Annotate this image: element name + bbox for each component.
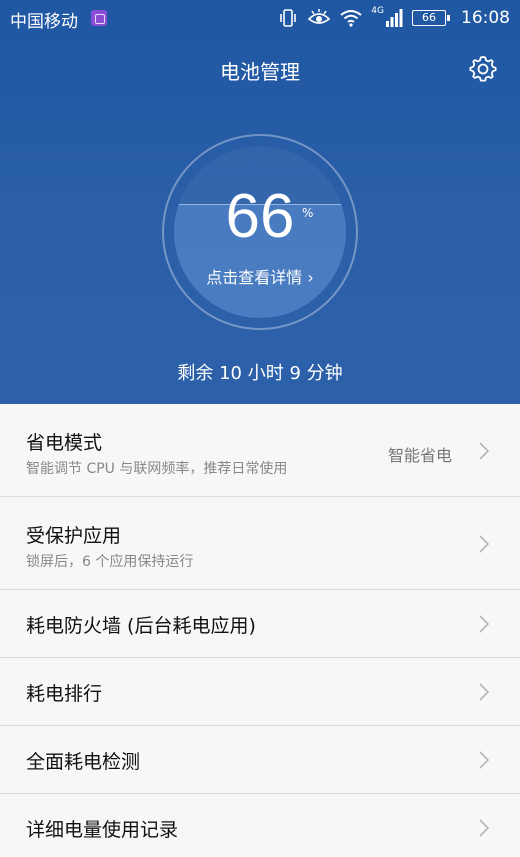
list-item-title: 详细电量使用记录 [26,819,179,841]
list-item-full-power-check[interactable]: 全面耗电检测 [0,726,520,794]
view-details-link[interactable]: 点击查看详情 › [164,264,356,288]
list-item-title: 耗电防火墙 (后台耗电应用) [26,615,256,637]
list-item-power-firewall[interactable]: 耗电防火墙 (后台耗电应用) [0,590,520,658]
list-item-subtitle: 智能调节 CPU 与联网频率，推荐日常使用 [26,461,288,477]
signal-icon [386,9,403,27]
remaining-time: 剩余 10 小时 9 分钟 [177,363,343,384]
status-bar: 中国移动 4G 66 16:08 [0,0,520,36]
wifi-icon [340,10,362,27]
notification-app-icon [91,10,107,26]
percent-sign: % [302,206,314,220]
battery-header-panel: 中国移动 4G 66 16:08 电池管理 66 % 点击查看详情 › 剩余 1… [0,0,520,404]
network-type-label: 4G [371,6,384,16]
gear-icon[interactable] [468,54,498,84]
chevron-right-icon [479,615,490,633]
chevron-right-icon [479,535,490,553]
list-item-power-ranking[interactable]: 耗电排行 [0,658,520,726]
chevron-right-icon [479,751,490,769]
clock: 16:08 [461,8,510,28]
chevron-right-icon [479,819,490,837]
chevron-right-icon [479,683,490,701]
eye-comfort-icon [308,9,331,24]
battery-icon: 66 [412,10,450,26]
list-item-title: 省电模式 [26,432,103,454]
list-item-power-saving-mode[interactable]: 省电模式 智能调节 CPU 与联网频率，推荐日常使用 智能省电 [0,404,520,497]
list-item-title: 受保护应用 [26,525,122,547]
settings-list: 省电模式 智能调节 CPU 与联网频率，推荐日常使用 智能省电 受保护应用 锁屏… [0,404,520,857]
chevron-right-icon [479,442,490,460]
list-item-value: 智能省电 [387,446,452,465]
battery-gauge[interactable]: 66 % 点击查看详情 › [162,134,358,330]
carrier-name: 中国移动 [10,12,78,32]
battery-percent-value: 66 [225,182,295,251]
list-item-usage-history[interactable]: 详细电量使用记录 [0,794,520,857]
list-item-subtitle: 锁屏后，6 个应用保持运行 [26,554,194,570]
status-icons: 4G 66 16:08 [278,6,510,30]
page-title: 电池管理 [220,60,300,84]
list-item-title: 耗电排行 [26,683,103,705]
list-item-protected-apps[interactable]: 受保护应用 锁屏后，6 个应用保持运行 [0,497,520,590]
list-item-title: 全面耗电检测 [26,751,141,773]
vibrate-icon [280,9,297,27]
